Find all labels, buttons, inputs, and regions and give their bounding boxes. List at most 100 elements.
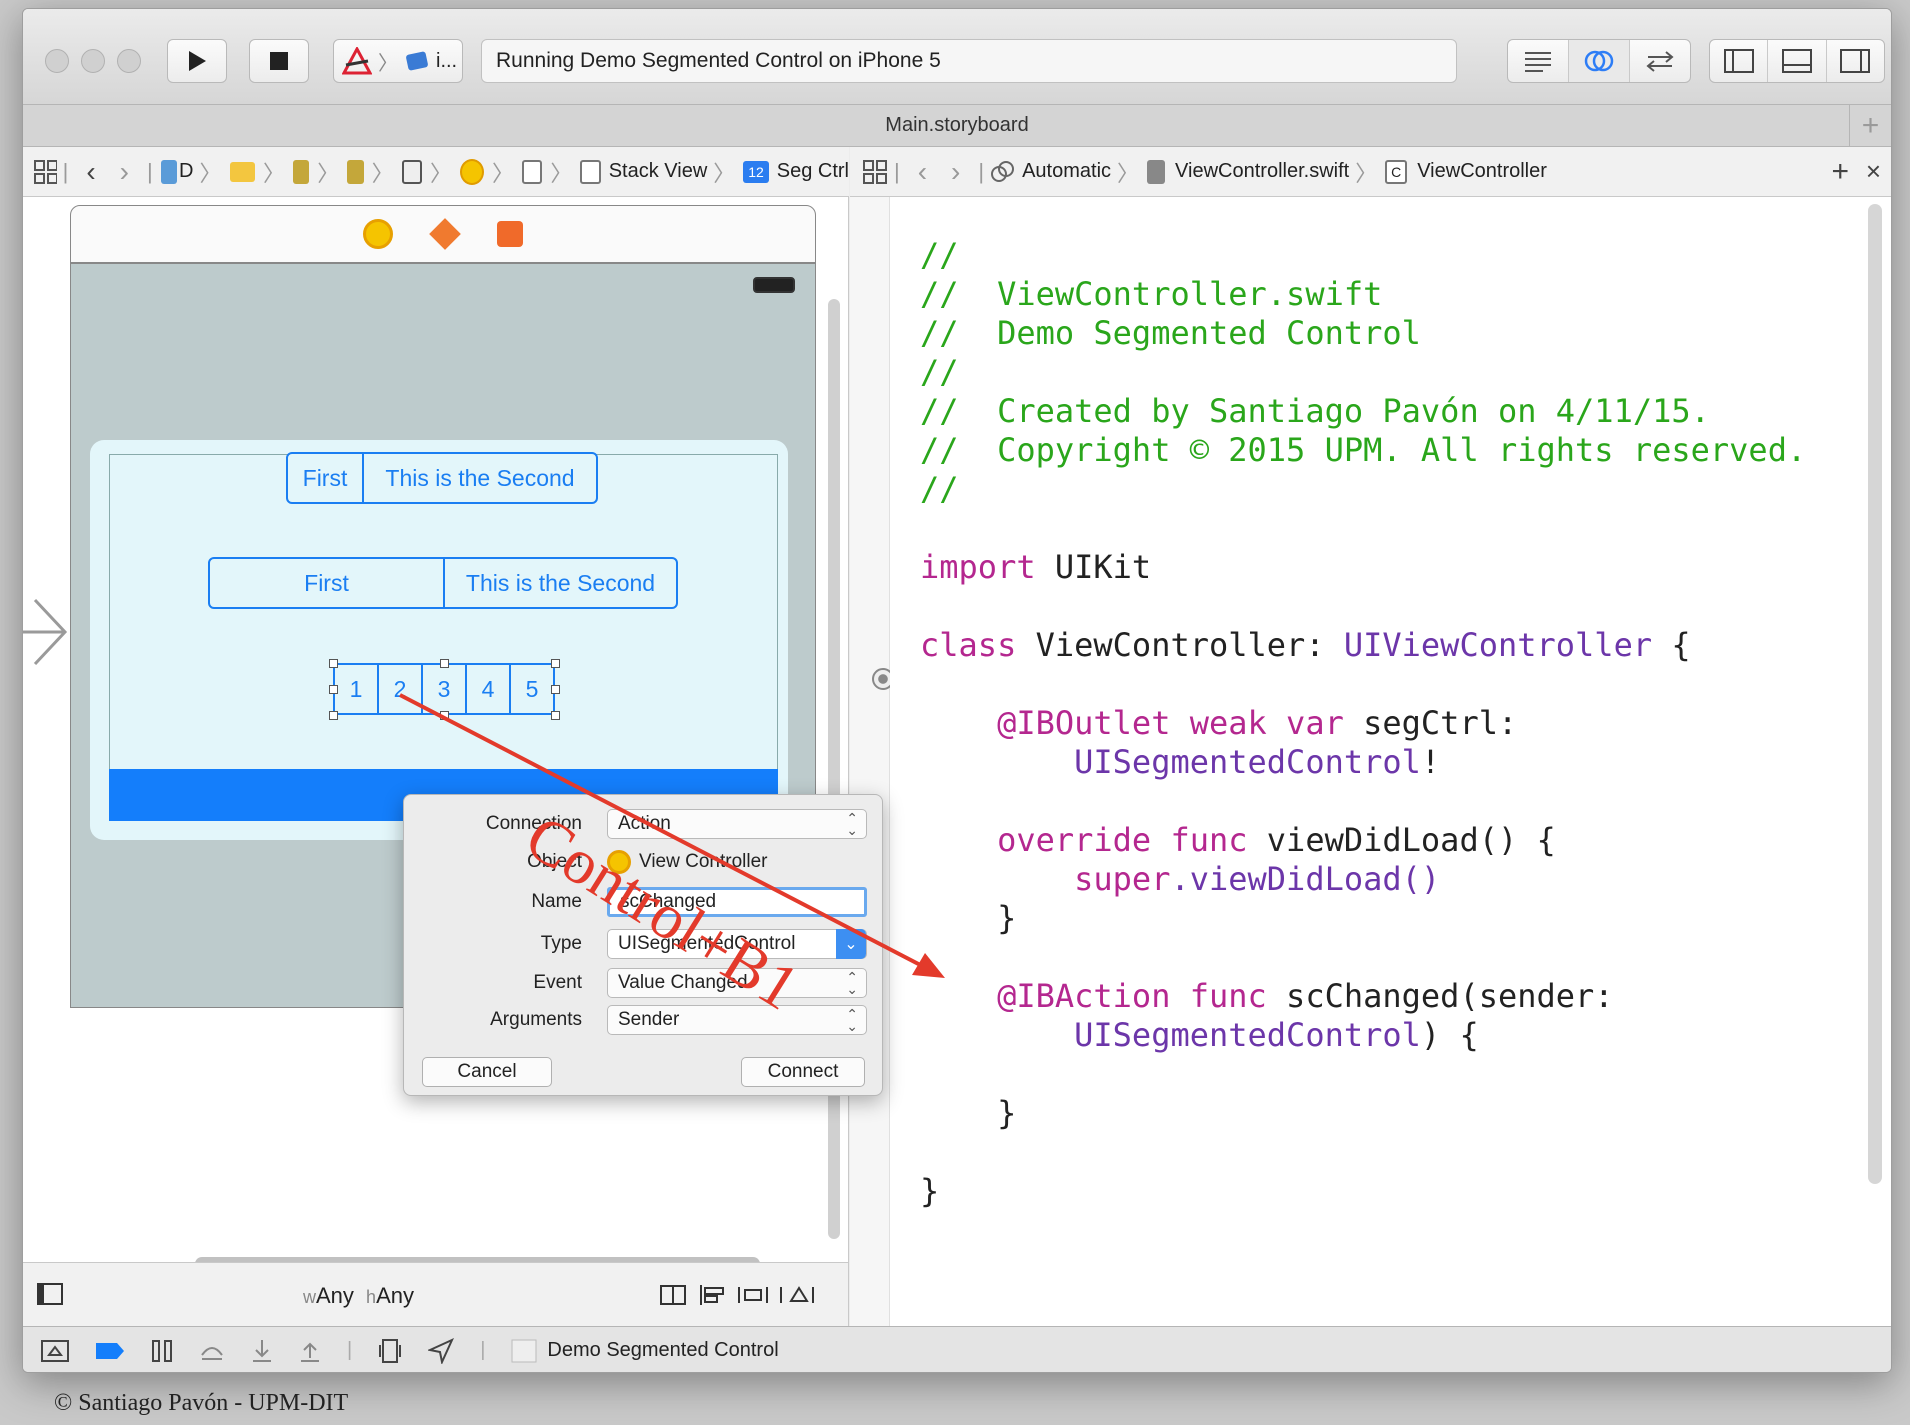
assistant-icon bbox=[1584, 50, 1614, 72]
jump-item-automatic[interactable]: Automatic bbox=[1022, 160, 1111, 183]
play-icon bbox=[189, 51, 206, 71]
back-button[interactable]: ‹ bbox=[918, 156, 927, 188]
device-icon bbox=[406, 51, 428, 71]
code-text: scChanged(sender: bbox=[1266, 977, 1614, 1015]
tab-main-storyboard[interactable]: Main.storyboard bbox=[885, 114, 1028, 137]
right-panel-icon bbox=[1840, 49, 1871, 73]
hide-debug-area-icon[interactable] bbox=[41, 1339, 69, 1362]
debug-bar: | | Demo Segmented Control bbox=[23, 1326, 1891, 1372]
resize-handle[interactable] bbox=[551, 711, 560, 720]
standard-editor-button[interactable] bbox=[1508, 40, 1569, 82]
size-class-bar: wAny hAny bbox=[23, 1262, 849, 1326]
segment[interactable]: First bbox=[288, 454, 364, 502]
storyboard-base-icon[interactable] bbox=[347, 159, 364, 184]
debug-target[interactable]: Demo Segmented Control bbox=[547, 1339, 778, 1362]
code-editor[interactable]: // // ViewController.swift // Demo Segme… bbox=[890, 197, 1891, 1327]
minimize-window-button[interactable] bbox=[81, 49, 105, 73]
version-editor-button[interactable] bbox=[1630, 40, 1690, 82]
add-editor-button[interactable]: + bbox=[1831, 155, 1849, 189]
resize-handle[interactable] bbox=[329, 685, 338, 694]
step-out-icon[interactable] bbox=[299, 1338, 321, 1364]
segment[interactable]: 2 bbox=[379, 665, 423, 713]
segment[interactable]: 5 bbox=[511, 665, 553, 713]
jump-item-project[interactable]: D bbox=[179, 160, 193, 183]
run-button[interactable] bbox=[167, 39, 227, 83]
canvas-vertical-scrollbar[interactable] bbox=[828, 299, 840, 1239]
new-tab-button[interactable]: + bbox=[1849, 105, 1891, 147]
stop-button[interactable] bbox=[249, 39, 309, 83]
segment[interactable]: 1 bbox=[335, 665, 379, 713]
code-text: { bbox=[1652, 626, 1691, 664]
resize-handle[interactable] bbox=[551, 659, 560, 668]
document-outline-toggle-icon[interactable] bbox=[37, 1283, 63, 1305]
storyboard-canvas[interactable]: First This is the Second First This is t… bbox=[23, 197, 849, 1271]
related-items-icon[interactable] bbox=[862, 159, 888, 185]
toggle-navigator-button[interactable] bbox=[1710, 40, 1769, 82]
resize-handle[interactable] bbox=[440, 711, 449, 720]
scene-dock bbox=[70, 205, 816, 263]
layout-tools-icon[interactable] bbox=[659, 1283, 819, 1307]
step-into-icon[interactable] bbox=[251, 1338, 273, 1364]
view-icon[interactable] bbox=[522, 159, 543, 184]
view-debugger-icon[interactable] bbox=[378, 1338, 402, 1364]
segment[interactable]: This is the Second bbox=[364, 454, 596, 502]
folder-icon[interactable] bbox=[229, 161, 255, 182]
step-over-icon[interactable] bbox=[199, 1339, 225, 1363]
segmented-control-2[interactable]: First This is the Second bbox=[208, 557, 678, 609]
code-keyword: weak var bbox=[1170, 704, 1344, 742]
related-items-icon[interactable] bbox=[33, 159, 57, 185]
close-window-button[interactable] bbox=[45, 49, 69, 73]
view-controller-icon[interactable] bbox=[460, 158, 484, 185]
toggle-debug-area-button[interactable] bbox=[1768, 40, 1827, 82]
first-responder-icon[interactable] bbox=[429, 218, 461, 250]
scheme-selector[interactable]: 〉 i... bbox=[333, 39, 463, 83]
resize-handle[interactable] bbox=[440, 659, 449, 668]
view-controller-icon[interactable] bbox=[363, 219, 393, 249]
chevron-down-icon[interactable]: ⌄ bbox=[836, 929, 866, 959]
code-keyword: super bbox=[920, 860, 1171, 898]
forward-button[interactable]: › bbox=[120, 156, 129, 188]
arguments-select[interactable]: Sender ⌃ ⌄ bbox=[607, 1005, 867, 1035]
location-icon[interactable] bbox=[428, 1337, 455, 1364]
code-keyword: func bbox=[1170, 977, 1267, 1015]
jump-item-seg-ctrl[interactable]: Seg Ctrl bbox=[777, 160, 849, 183]
source-code[interactable]: // // ViewController.swift // Demo Segme… bbox=[920, 197, 1806, 1250]
toggle-utilities-button[interactable] bbox=[1827, 40, 1884, 82]
forward-button[interactable]: › bbox=[951, 156, 960, 188]
jump-item-stack-view[interactable]: Stack View bbox=[609, 160, 708, 183]
segment[interactable]: First bbox=[210, 559, 445, 607]
resize-handle[interactable] bbox=[329, 659, 338, 668]
stack-view-icon[interactable] bbox=[580, 159, 601, 184]
exit-icon[interactable] bbox=[497, 221, 523, 247]
cancel-button[interactable]: Cancel bbox=[422, 1057, 552, 1087]
stack-view[interactable] bbox=[109, 454, 778, 788]
code-text: .viewDidLoad() bbox=[1170, 860, 1441, 898]
connect-button[interactable]: Connect bbox=[741, 1057, 865, 1087]
editor-vertical-scrollbar[interactable] bbox=[1868, 204, 1882, 1184]
code-type: UISegmentedControl bbox=[920, 1016, 1421, 1054]
assistant-editor-button[interactable] bbox=[1569, 40, 1630, 82]
segmented-control-1[interactable]: First This is the Second bbox=[286, 452, 598, 504]
scene-icon[interactable] bbox=[401, 159, 423, 184]
jump-item-class[interactable]: ViewController bbox=[1417, 160, 1547, 183]
segment[interactable]: 3 bbox=[423, 665, 467, 713]
jump-item-file[interactable]: ViewController.swift bbox=[1175, 160, 1349, 183]
resize-handle[interactable] bbox=[551, 685, 560, 694]
connection-select[interactable]: Action ⌃ ⌄ bbox=[607, 809, 867, 839]
xcode-window: 〉 i... Running Demo Segmented Control on… bbox=[22, 8, 1892, 1373]
resize-handle[interactable] bbox=[329, 711, 338, 720]
close-editor-button[interactable]: × bbox=[1866, 156, 1881, 187]
segment[interactable]: This is the Second bbox=[445, 559, 676, 607]
storyboard-file-icon[interactable] bbox=[292, 159, 310, 184]
lines-icon bbox=[1525, 52, 1551, 72]
segment[interactable]: 4 bbox=[467, 665, 511, 713]
event-label: Event bbox=[533, 972, 582, 993]
code-keyword: @IBOutlet bbox=[920, 704, 1171, 742]
zoom-window-button[interactable] bbox=[117, 49, 141, 73]
class-icon: C bbox=[1385, 159, 1408, 184]
pause-icon[interactable] bbox=[151, 1339, 173, 1363]
breakpoints-icon[interactable] bbox=[95, 1341, 125, 1361]
segmented-control-3[interactable]: 1 2 3 4 5 bbox=[333, 663, 555, 715]
back-button[interactable]: ‹ bbox=[86, 156, 95, 188]
size-class-selector[interactable]: wAny hAny bbox=[303, 1283, 414, 1309]
